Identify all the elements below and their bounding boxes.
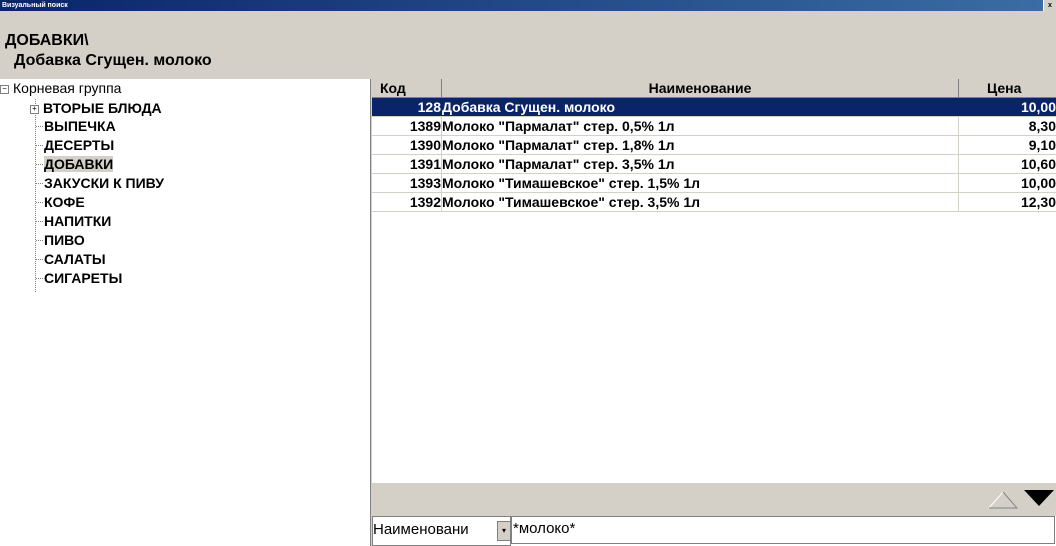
cell-name: Добавка Сгущен. молоко xyxy=(442,98,959,116)
group-tree[interactable]: − Корневая группа + ВТОРЫЕ БЛЮДА ВЫПЕЧКА Д… xyxy=(0,79,371,546)
collapse-icon[interactable]: − xyxy=(0,84,9,94)
table-header: Код Наименование Цена xyxy=(372,79,1056,98)
cell-price: 10,00 xyxy=(1020,175,1056,191)
cell-name: Молоко "Тимашевское" стер. 1,5% 1л xyxy=(442,174,959,192)
expand-icon[interactable]: + xyxy=(30,104,39,114)
cell-code: 1389 xyxy=(372,117,442,135)
tree-item[interactable]: НАПИТКИ xyxy=(44,212,111,230)
tree-item-label: ЗАКУСКИ К ПИВУ xyxy=(44,175,164,191)
tree-item-label: САЛАТЫ xyxy=(44,251,106,267)
search-field-select[interactable]: Наименовани ▾ xyxy=(372,516,511,546)
tree-item-label: ВТОРЫЕ БЛЮДА xyxy=(43,100,162,116)
triangle-down-icon xyxy=(1024,490,1054,506)
cell-name: Молоко "Пармалат" стер. 1,8% 1л xyxy=(442,136,959,154)
tree-item[interactable]: ДЕСЕРТЫ xyxy=(44,136,114,154)
close-button[interactable]: x xyxy=(1043,0,1056,11)
tree-root[interactable]: − Корневая группа xyxy=(0,79,121,97)
tree-branch xyxy=(36,202,43,203)
tree-branch xyxy=(36,145,43,146)
tree-item-label: ПИВО xyxy=(44,232,85,248)
tree-root-label: Корневая группа xyxy=(13,80,122,96)
chevron-down-icon[interactable]: ▾ xyxy=(497,521,511,541)
tree-item[interactable]: СИГАРЕТЫ xyxy=(44,269,122,287)
cell-code: 1392 xyxy=(372,193,442,211)
cell-name: Молоко "Тимашевское" стер. 3,5% 1л xyxy=(442,193,959,211)
tree-item-label: ДОБАВКИ xyxy=(44,156,114,172)
table-row[interactable]: 1391 Молоко "Пармалат" стер. 3,5% 1л 10,… xyxy=(372,155,1056,174)
tree-item[interactable]: ЗАКУСКИ К ПИВУ xyxy=(44,174,164,192)
title-bar: Визуальный поиск x xyxy=(0,0,1056,11)
column-header-price[interactable]: Цена xyxy=(959,79,1056,97)
scroll-down-button[interactable] xyxy=(1022,486,1056,511)
navigation-bar xyxy=(372,483,1056,516)
tree-item[interactable]: КОФЕ xyxy=(44,193,85,211)
cell-code: 1393 xyxy=(372,174,442,192)
tree-connector xyxy=(35,99,36,292)
cell-price: 12,30 xyxy=(1020,194,1056,210)
tree-item[interactable]: ВЫПЕЧКА xyxy=(44,117,116,135)
cell-price: 10,60 xyxy=(1020,156,1056,172)
window-title: Визуальный поиск xyxy=(2,2,68,9)
tree-item-label: НАПИТКИ xyxy=(44,213,112,229)
column-header-code[interactable]: Код xyxy=(372,79,442,97)
table-row[interactable]: 1389 Молоко "Пармалат" стер. 0,5% 1л 8,3… xyxy=(372,117,1056,136)
cell-name: Молоко "Пармалат" стер. 0,5% 1л xyxy=(442,117,959,135)
tree-branch xyxy=(36,221,43,222)
tree-item-label: СИГАРЕТЫ xyxy=(44,270,123,286)
tree-item[interactable]: САЛАТЫ xyxy=(44,250,106,268)
tree-branch xyxy=(36,259,43,260)
tree-item-active[interactable]: ДОБАВКИ xyxy=(44,155,114,173)
table-row[interactable]: 1393 Молоко "Тимашевское" стер. 1,5% 1л … xyxy=(372,174,1056,193)
triangle-up-icon xyxy=(987,491,1019,509)
items-table[interactable]: Код Наименование Цена 128 Добавка Сгущен… xyxy=(372,79,1056,483)
cell-price: 8,30 xyxy=(1028,118,1056,134)
cell-name: Молоко "Пармалат" стер. 3,5% 1л xyxy=(442,155,959,173)
tree-branch xyxy=(36,164,43,165)
tree-branch xyxy=(36,126,43,127)
scroll-up-button[interactable] xyxy=(986,486,1020,511)
tree-item[interactable]: ПИВО xyxy=(44,231,85,249)
search-query: *молоко* xyxy=(513,520,576,537)
tree-branch xyxy=(36,278,43,279)
table-row-selected[interactable]: 128 Добавка Сгущен. молоко 10,00 xyxy=(372,98,1056,117)
tree-item-vtorye-blyuda[interactable]: + ВТОРЫЕ БЛЮДА xyxy=(30,99,162,117)
cell-code: 1391 xyxy=(372,155,442,173)
tree-item-label: ДЕСЕРТЫ xyxy=(44,137,115,153)
search-field-value: Наименовани xyxy=(373,521,469,538)
table-row[interactable]: 1390 Молоко "Пармалат" стер. 1,8% 1л 9,1… xyxy=(372,136,1056,155)
selected-item-name: Добавка Сгущен. молоко xyxy=(14,52,212,69)
search-bar: Наименовани ▾ *молоко* xyxy=(372,516,1056,546)
cell-price: 9,10 xyxy=(1028,137,1056,153)
tree-branch xyxy=(36,240,43,241)
path-header: ДОБАВКИ\ Добавка Сгущен. молоко xyxy=(0,11,1056,72)
cell-code: 128 xyxy=(372,98,442,116)
table-row[interactable]: 1392 Молоко "Тимашевское" стер. 3,5% 1л … xyxy=(372,193,1056,212)
tree-branch xyxy=(36,183,43,184)
cell-price: 10,00 xyxy=(1020,99,1056,115)
tree-item-label: КОФЕ xyxy=(44,194,85,210)
column-header-name[interactable]: Наименование xyxy=(442,79,959,97)
group-path: ДОБАВКИ\ xyxy=(5,32,89,49)
tree-item-label: ВЫПЕЧКА xyxy=(44,118,116,134)
search-input[interactable] xyxy=(511,516,1055,544)
cell-code: 1390 xyxy=(372,136,442,154)
